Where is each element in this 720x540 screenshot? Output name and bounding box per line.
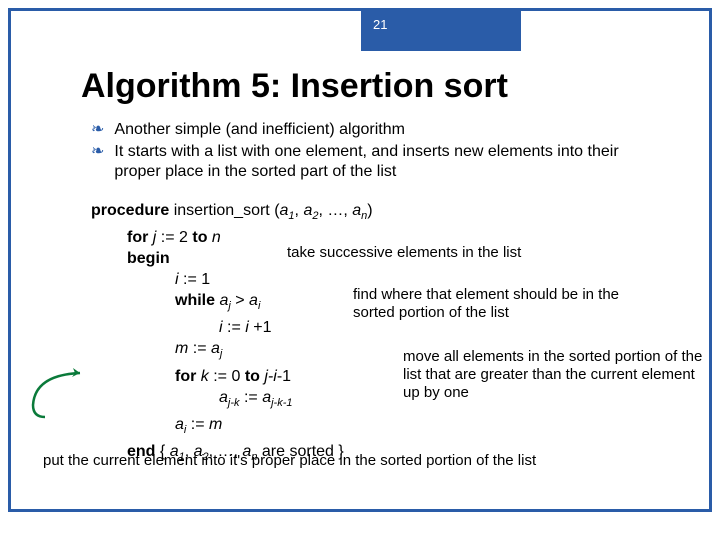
bullet-text: Another simple (and inefficient) algorit… [114,120,405,140]
page-number-tab: 21 [361,11,521,51]
page-number: 21 [373,17,387,32]
slide-frame: 21 Algorithm 5: Insertion sort ❧ Another… [8,8,712,512]
bullet-text: It starts with a list with one element, … [114,142,659,182]
annotation: find where that element should be in the… [353,286,663,322]
annotation: take successive elements in the list [287,244,521,262]
bullet-icon: ❧ [91,120,104,140]
footnote: put the current element into it's proper… [43,452,536,469]
code-line: ai := m [175,414,679,441]
list-item: ❧ It starts with a list with one element… [91,142,659,182]
annotation: move all elements in the sorted portion … [403,348,713,402]
bullet-list: ❧ Another simple (and inefficient) algor… [91,120,659,182]
code-line: procedure insertion_sort (a1, a2, …, an) [91,200,679,227]
slide-title: Algorithm 5: Insertion sort [81,67,679,106]
list-item: ❧ Another simple (and inefficient) algor… [91,120,659,140]
slide-content: Algorithm 5: Insertion sort ❧ Another si… [51,67,679,468]
bullet-icon: ❧ [91,142,104,162]
curved-arrow-icon [25,365,95,425]
pseudocode-block: procedure insertion_sort (a1, a2, …, an)… [91,200,679,468]
